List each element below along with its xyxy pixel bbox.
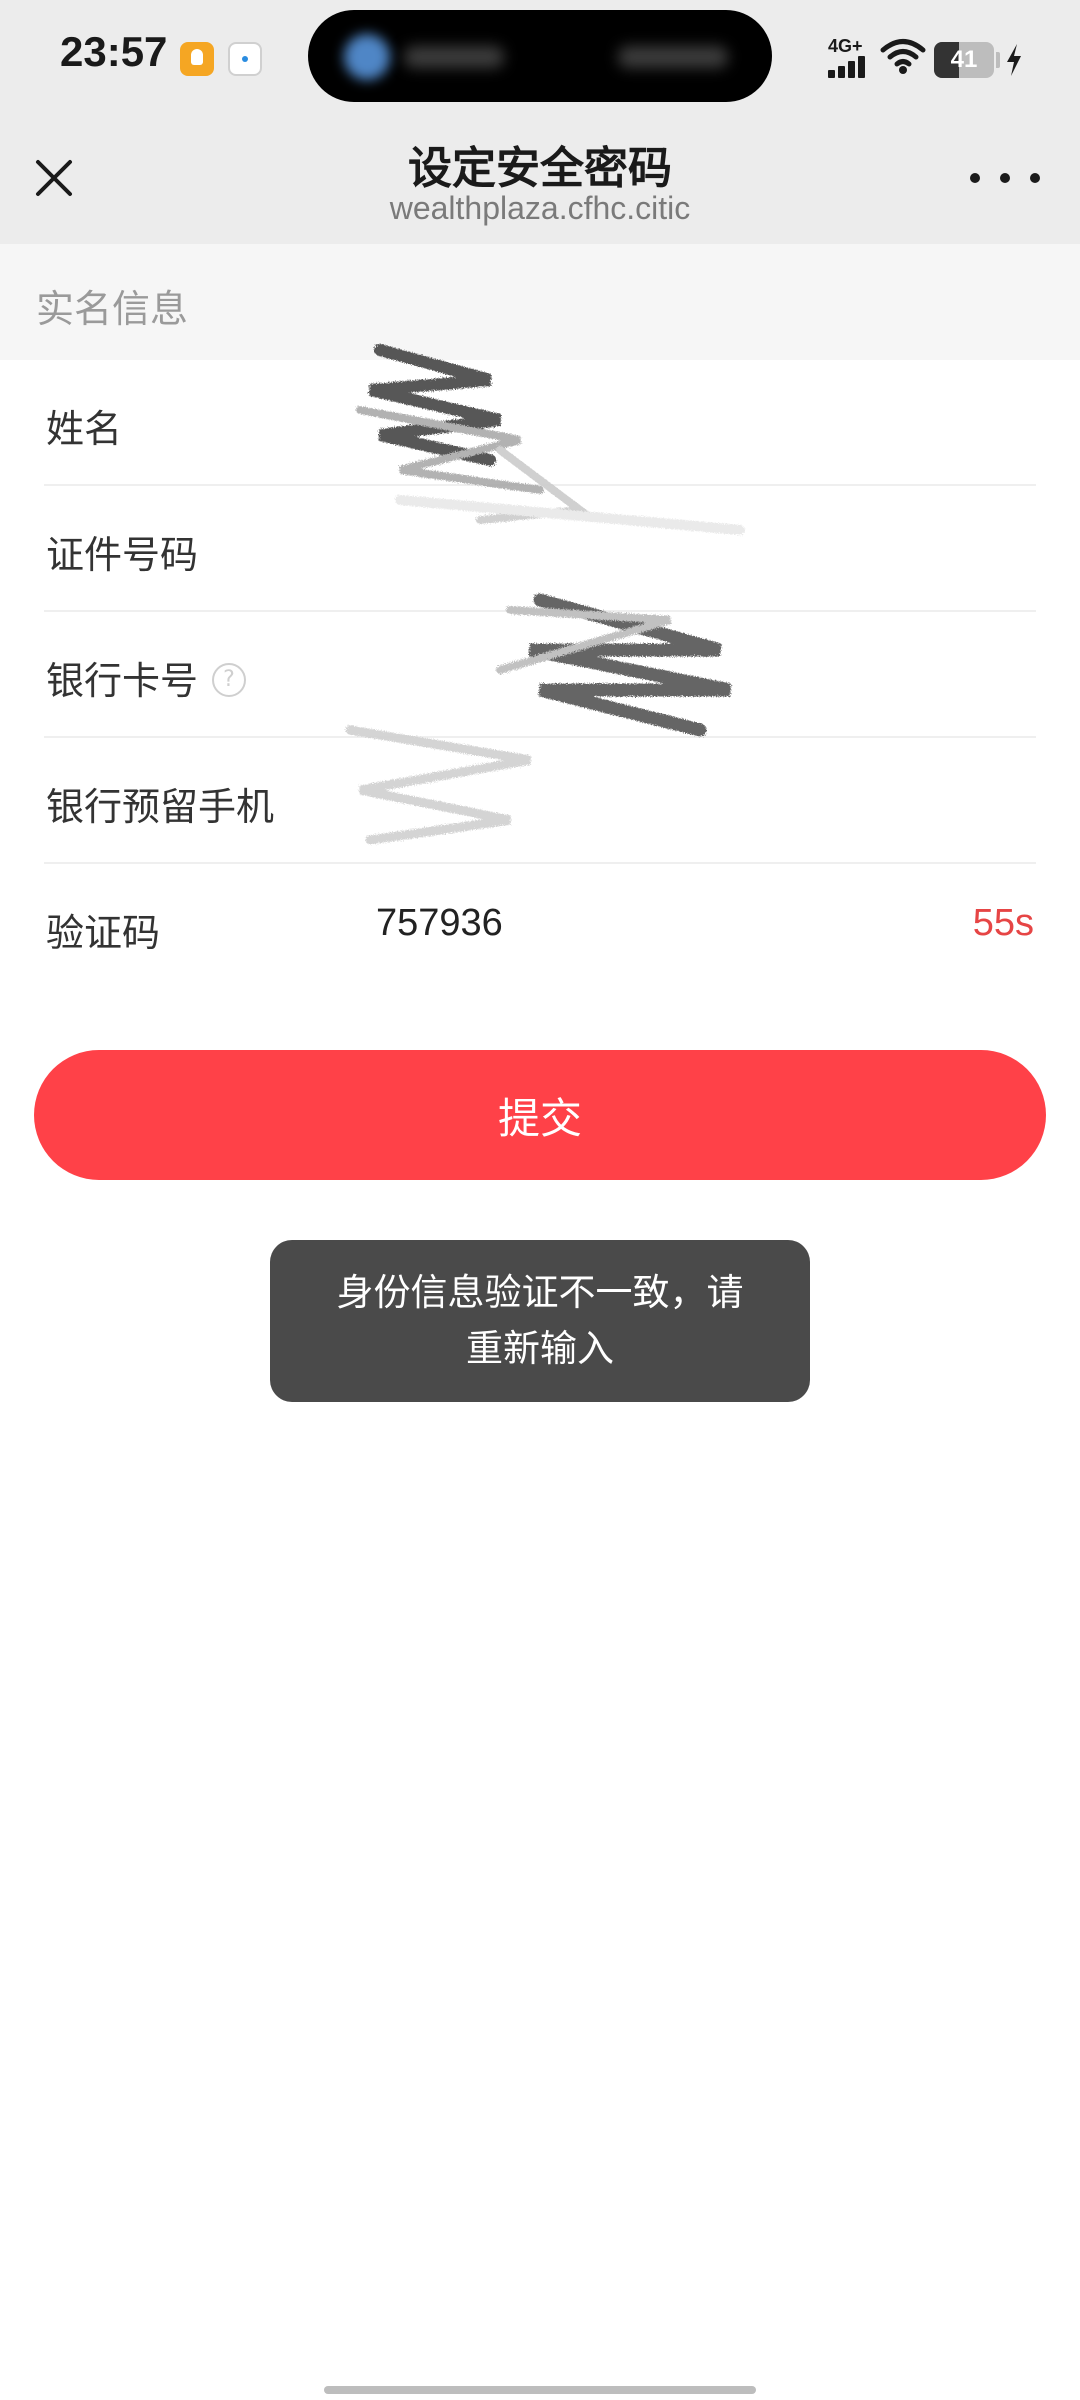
more-icon-dot: [1000, 173, 1010, 183]
id-number-label: 证件号码: [46, 533, 199, 577]
more-icon-dot: [1030, 173, 1040, 183]
app-notification-icon: [228, 42, 262, 76]
form-row-bank-card[interactable]: 银行卡号?: [0, 612, 1080, 738]
battery-level: 41: [950, 46, 978, 73]
cellular-signal-icon: [828, 56, 868, 78]
nav-bar: 设定安全密码 wealthplaza.cfhc.citic: [0, 120, 1080, 244]
section-header-text: 实名信息: [36, 287, 189, 331]
lightbulb-notification-icon: [180, 42, 214, 76]
status-time: 23:57: [60, 28, 168, 75]
network-type-label: 4G+: [828, 36, 863, 56]
wifi-icon: [880, 39, 926, 74]
charging-bolt-icon: [1007, 44, 1021, 76]
blurred-app-icon: [344, 34, 390, 80]
form-row-id-number[interactable]: 证件号码: [0, 486, 1080, 612]
blurred-island-text: [618, 46, 728, 68]
bank-card-label: 银行卡号?: [46, 650, 247, 705]
battery-icon: 41: [934, 42, 994, 78]
bank-card-label-text: 银行卡号: [46, 659, 199, 703]
submit-button[interactable]: 提交: [34, 1050, 1046, 1180]
toast-line-2: 重新输入: [466, 1327, 614, 1370]
name-label: 姓名: [46, 407, 123, 451]
form-row-name[interactable]: 姓名: [0, 360, 1080, 486]
verification-code-label: 验证码: [46, 911, 161, 955]
info-icon[interactable]: ?: [212, 662, 247, 697]
error-toast: 身份信息验证不一致，请 重新输入: [270, 1240, 810, 1402]
form-row-reserved-phone[interactable]: 银行预留手机: [0, 738, 1080, 864]
more-icon-dot: [970, 173, 980, 183]
form-row-verification-code[interactable]: 验证码 757936 55s: [0, 864, 1080, 990]
page-title: 设定安全密码: [408, 143, 672, 194]
toast-line-1: 身份信息验证不一致，请: [336, 1271, 744, 1314]
page-url: wealthplaza.cfhc.citic: [389, 190, 691, 226]
resend-countdown: 55s: [972, 902, 1034, 944]
status-bar: 23:57 4G+ 41: [0, 0, 1080, 120]
reserved-phone-label: 银行预留手机: [46, 785, 275, 829]
home-indicator[interactable]: [324, 2386, 756, 2394]
more-button[interactable]: [970, 158, 1040, 198]
dynamic-island: [308, 10, 772, 102]
section-header: 实名信息: [0, 244, 1080, 360]
blurred-island-text: [404, 46, 504, 68]
verification-code-input[interactable]: 757936: [376, 902, 503, 945]
battery-tip: [996, 52, 1000, 68]
